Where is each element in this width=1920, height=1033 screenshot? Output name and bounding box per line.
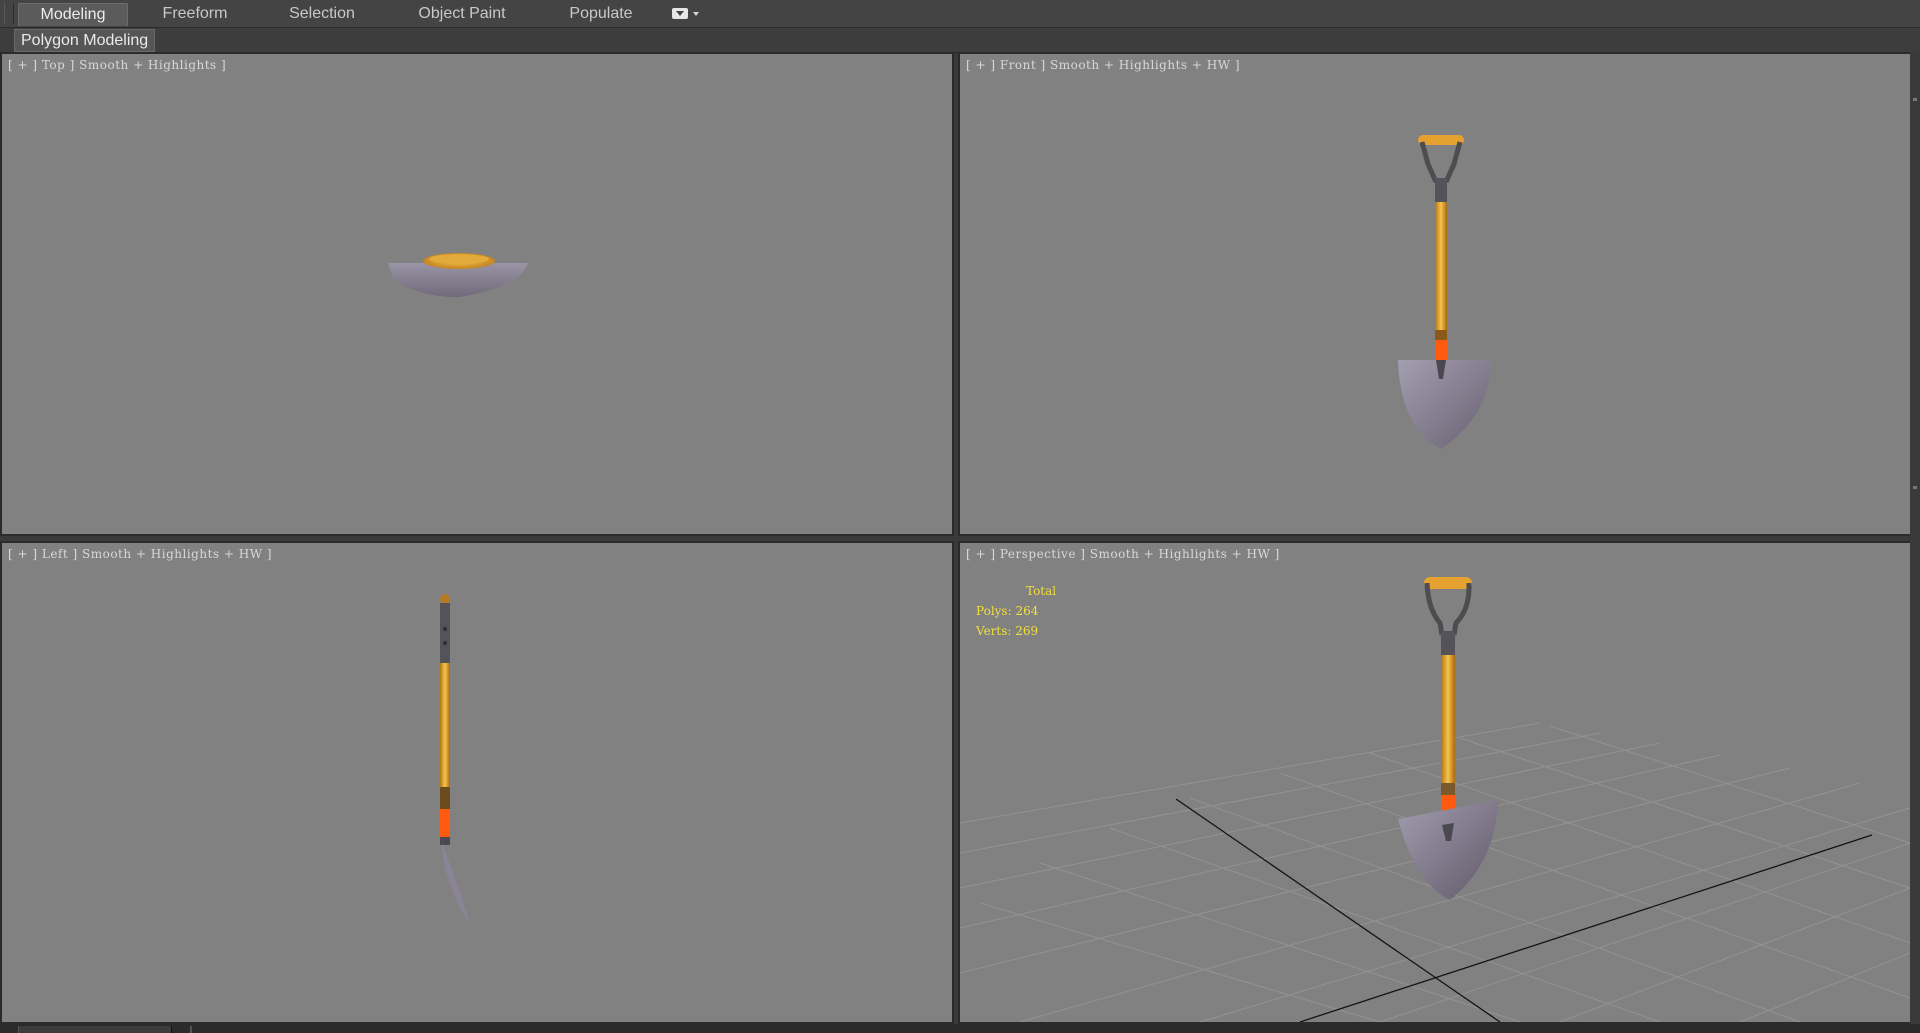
viewport-front[interactable]: [ + ] Front ] Smooth + Highlights + HW ]: [958, 52, 1912, 536]
chevron-down-icon: [693, 12, 699, 16]
ribbon-menu-button[interactable]: [668, 6, 706, 22]
viewport-perspective[interactable]: [ + ] Perspective ] Smooth + Highlights …: [958, 541, 1912, 1024]
scroll-tick: [1913, 98, 1917, 101]
ribbon-grip-handle[interactable]: [4, 3, 14, 24]
shovel-top-view: [388, 253, 528, 299]
time-slider-marker: [190, 1026, 192, 1033]
polygon-modeling-panel-button[interactable]: Polygon Modeling: [14, 29, 156, 52]
ribbon-tab-bar: Modeling Freeform Selection Object Paint…: [0, 0, 1920, 28]
perspective-scene: [960, 577, 1910, 1022]
viewport-top[interactable]: [ + ] Top ] Smooth + Highlights ]: [0, 52, 954, 536]
ribbon-panel: Polygon Modeling: [0, 28, 1920, 53]
shovel-front-view: [1398, 135, 1491, 449]
tab-object-paint[interactable]: Object Paint: [400, 3, 524, 25]
world-axes: [1175, 798, 1873, 1022]
shovel-left-view: [440, 594, 470, 923]
tab-selection[interactable]: Selection: [272, 3, 372, 25]
bottom-time-slider-strip: [0, 1024, 1920, 1033]
time-slider[interactable]: [18, 1026, 172, 1033]
tab-populate[interactable]: Populate: [556, 3, 646, 25]
right-edge-scrollbar[interactable]: [1910, 52, 1920, 1033]
viewport-left[interactable]: [ + ] Left ] Smooth + Highlights + HW ]: [0, 541, 954, 1024]
tab-modeling[interactable]: Modeling: [18, 3, 128, 26]
scroll-tick: [1913, 486, 1917, 489]
ribbon-minimize-icon: [672, 8, 688, 19]
tab-freeform[interactable]: Freeform: [140, 3, 250, 25]
